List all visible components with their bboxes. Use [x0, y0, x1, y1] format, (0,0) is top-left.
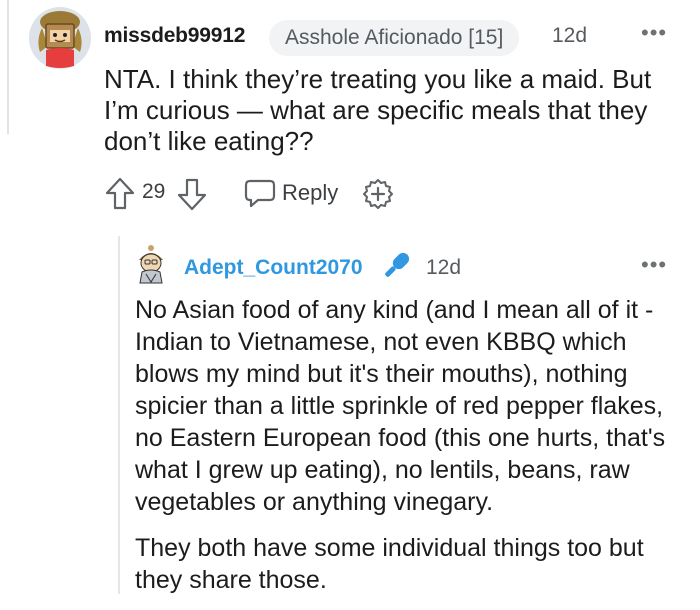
reply-timestamp: 12d: [426, 256, 462, 279]
left-divider: [7, 0, 9, 134]
reply-more-options-button[interactable]: •••: [641, 254, 667, 276]
comment-body: NTA. I think they’re treating you like a…: [104, 64, 652, 156]
vote-score: 29: [142, 180, 166, 203]
award-plus-icon[interactable]: [362, 178, 394, 210]
comment-timestamp: 12d: [552, 24, 588, 47]
reply-paragraph: They both have some individual things to…: [135, 534, 644, 594]
user-flair-badge: Asshole Aficionado [15]: [269, 20, 520, 56]
reply-label: Reply: [282, 180, 339, 205]
upvote-arrow-icon[interactable]: [104, 176, 136, 212]
reply-user-avatar[interactable]: [134, 244, 168, 284]
downvote-arrow-icon[interactable]: [176, 176, 208, 212]
comment-author[interactable]: missdeb99912: [104, 24, 245, 48]
more-options-button[interactable]: •••: [641, 22, 667, 44]
microphone-icon: [378, 248, 414, 284]
speech-bubble-icon: [244, 178, 276, 208]
user-avatar[interactable]: [28, 6, 92, 70]
reply-author[interactable]: Adept_Count2070: [184, 256, 363, 280]
reply-body: No Asian food of any kind (and I mean al…: [135, 294, 690, 610]
reply-paragraph: No Asian food of any kind (and I mean al…: [135, 296, 666, 516]
thread-line[interactable]: [118, 236, 120, 594]
